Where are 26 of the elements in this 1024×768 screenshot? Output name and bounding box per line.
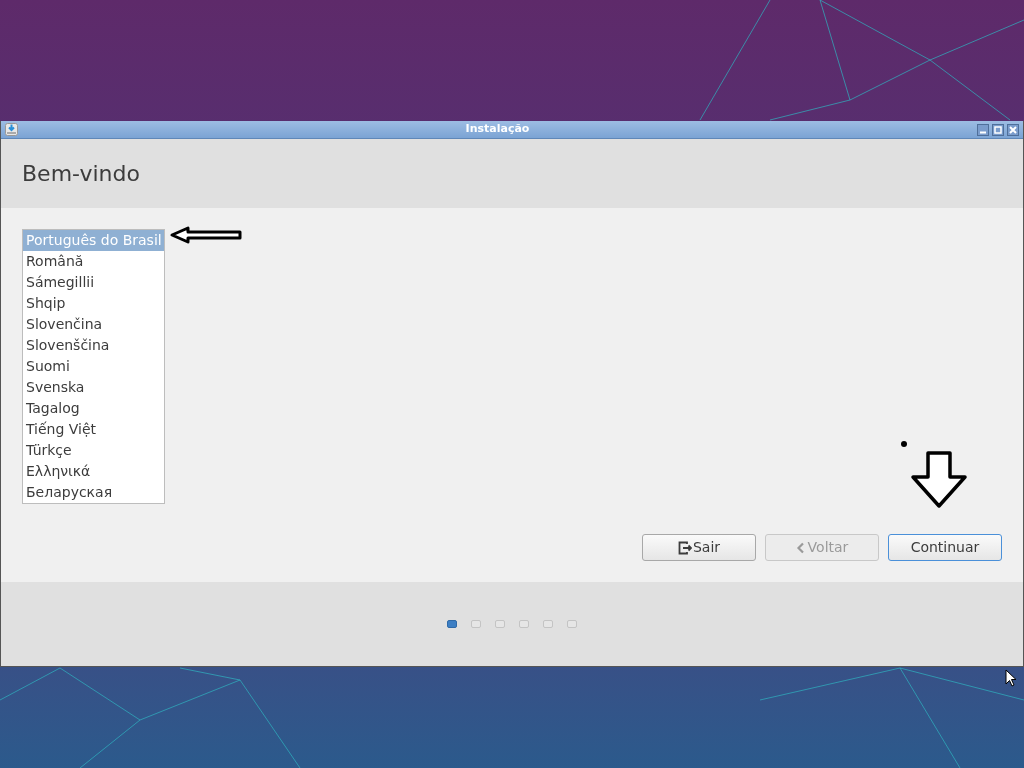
language-item[interactable]: Sámegillii: [23, 272, 164, 293]
dot-drawing: [901, 441, 907, 447]
down-arrow-drawing: [910, 451, 968, 509]
language-item[interactable]: Română: [23, 251, 164, 272]
continue-button[interactable]: Continuar: [888, 534, 1002, 561]
exit-icon: [677, 540, 692, 555]
language-item[interactable]: Tiếng Việt: [23, 419, 164, 440]
chevron-left-icon: [795, 541, 805, 554]
language-item[interactable]: Ελληνικά: [23, 461, 164, 482]
language-item[interactable]: Slovenčina: [23, 314, 164, 335]
maximize-icon[interactable]: [992, 123, 1004, 136]
language-item[interactable]: Tagalog: [23, 398, 164, 419]
page-heading: Bem-vindo: [22, 160, 140, 188]
language-item[interactable]: Беларуская: [23, 482, 164, 503]
mouse-cursor-icon: [1005, 669, 1017, 687]
left-arrow-drawing: [170, 226, 242, 244]
installer-icon: [5, 123, 18, 136]
quit-button[interactable]: Sair: [642, 534, 756, 561]
close-icon[interactable]: [1007, 123, 1019, 136]
window-title: Instalação: [464, 121, 531, 138]
language-item[interactable]: Svenska: [23, 377, 164, 398]
language-item[interactable]: Slovenščina: [23, 335, 164, 356]
minimize-icon[interactable]: [977, 123, 989, 136]
language-item[interactable]: Shqip: [23, 293, 164, 314]
language-item[interactable]: Türkçe: [23, 440, 164, 461]
language-item[interactable]: Suomi: [23, 356, 164, 377]
